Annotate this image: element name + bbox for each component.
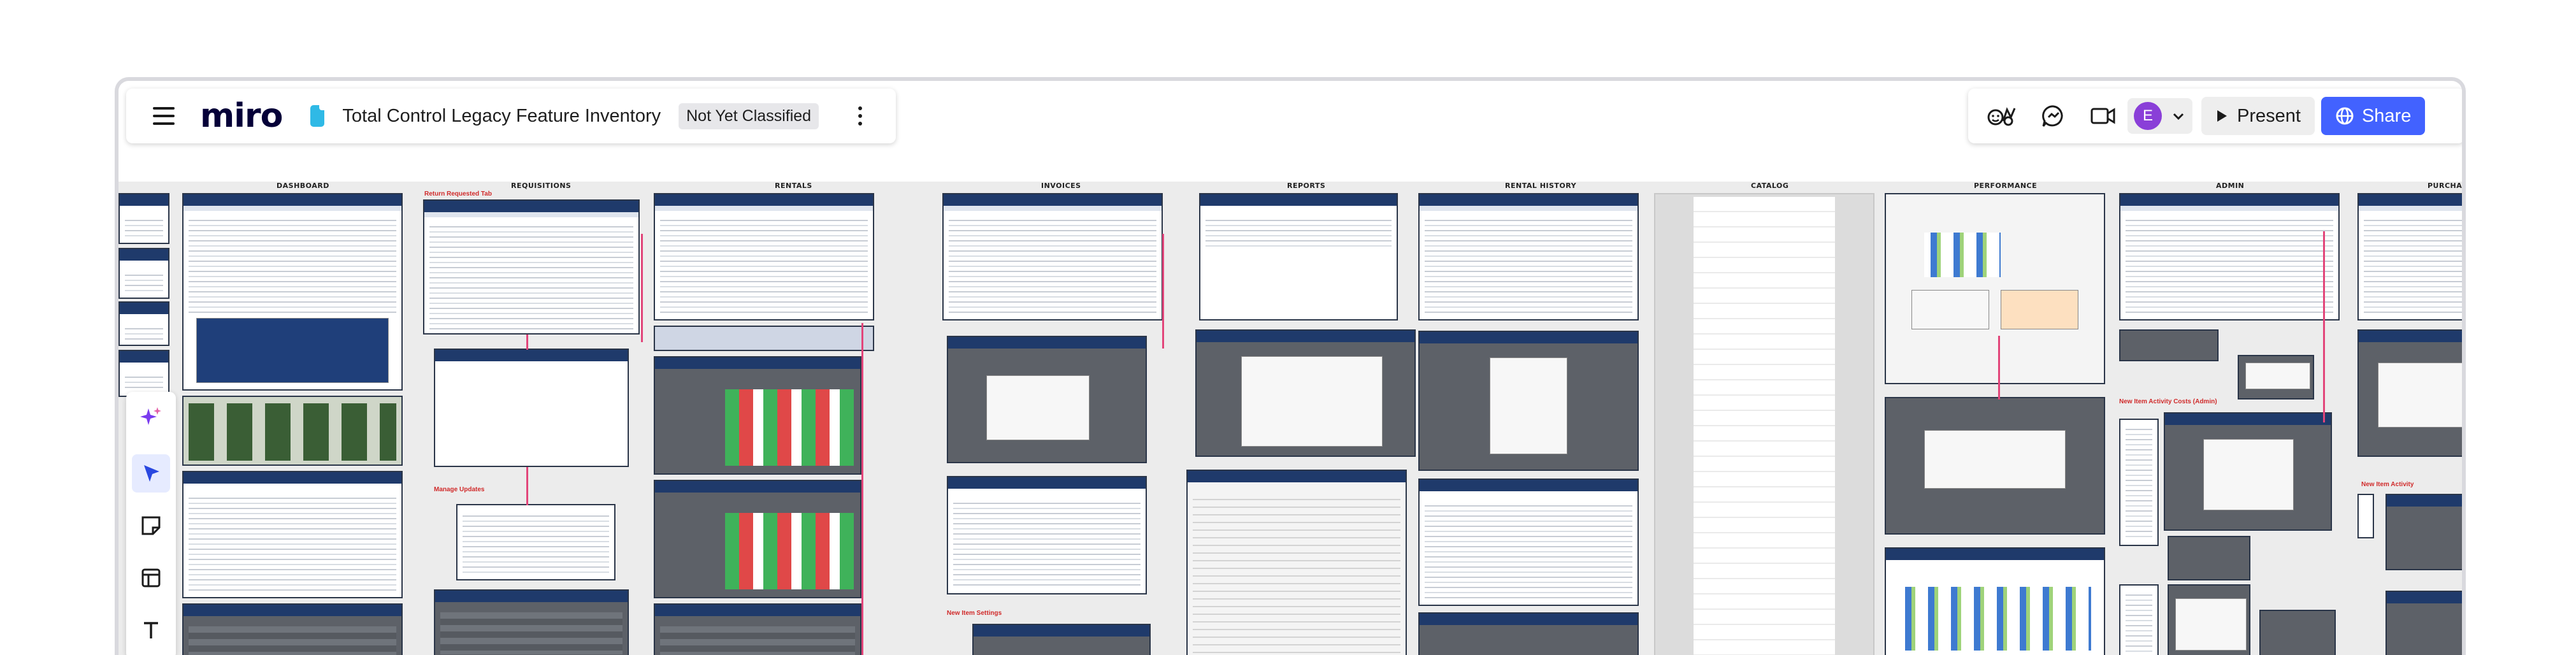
- screenshot-rental-history-4[interactable]: [1418, 612, 1639, 655]
- select-cursor-icon[interactable]: [132, 454, 170, 493]
- screenshot-performance-2[interactable]: [1885, 397, 2105, 535]
- screenshot-reports-3[interactable]: [1186, 470, 1407, 655]
- screenshot-requisitions[interactable]: [423, 199, 640, 335]
- connector-line: [861, 323, 863, 655]
- board-toolbar: miro Total Control Legacy Feature Invent…: [126, 89, 896, 143]
- column-label-admin: ADMIN: [2216, 182, 2245, 190]
- screenshot-rentals-filter[interactable]: [654, 326, 874, 351]
- screenshot-admin-7[interactable]: [2119, 584, 2159, 655]
- screenshot-purchase-5[interactable]: [2385, 591, 2462, 655]
- connector-line: [526, 335, 528, 350]
- avatar[interactable]: E: [2134, 102, 2162, 130]
- screenshot-dashboard-map[interactable]: [182, 396, 403, 466]
- annotation-label: Return Requested Tab: [424, 191, 492, 198]
- column-label-catalog: CATALOG: [1751, 182, 1789, 190]
- video-icon[interactable]: [2084, 97, 2122, 135]
- column-label-rental-history: RENTAL HISTORY: [1505, 182, 1577, 190]
- screenshot-admin-4[interactable]: [2164, 412, 2332, 531]
- screenshot-requisitions-3[interactable]: [456, 504, 615, 580]
- screenshot-rentals-4[interactable]: [654, 603, 861, 655]
- screenshot-catalog[interactable]: [1654, 193, 1874, 655]
- chevron-down-icon[interactable]: [2171, 108, 2186, 124]
- column-label-rentals: RENTALS: [775, 182, 812, 190]
- column-label-purchase: PURCHAS: [2428, 182, 2466, 190]
- present-label: Present: [2237, 105, 2301, 126]
- screenshot-dashboard[interactable]: [182, 193, 403, 391]
- reactions-icon[interactable]: [1983, 97, 2022, 135]
- screenshot-admin[interactable]: [2119, 193, 2340, 320]
- screenshot-performance-3[interactable]: [1885, 547, 2105, 655]
- screenshot-invoices-3[interactable]: [947, 476, 1147, 594]
- globe-icon: [2336, 107, 2354, 125]
- screenshot-invoices-4[interactable]: [972, 624, 1151, 655]
- screenshot-rentals[interactable]: [654, 193, 874, 320]
- screenshot-reports-2[interactable]: [1195, 329, 1416, 457]
- screenshot-admin-3[interactable]: [2238, 355, 2314, 399]
- connector-line: [1162, 234, 1164, 349]
- screenshot-rentals-2[interactable]: [654, 356, 861, 475]
- connector-line: [2323, 231, 2325, 422]
- screenshot-requisitions-2[interactable]: [434, 349, 629, 467]
- screenshot-admin-2[interactable]: [2119, 329, 2219, 361]
- screenshot-admin-9[interactable]: [2259, 610, 2336, 655]
- annotation-label: New Item Activity Costs (Admin): [2119, 398, 2217, 405]
- screenshot-thumbnail[interactable]: [119, 193, 169, 244]
- template-icon[interactable]: [132, 559, 170, 597]
- column-label-performance: PERFORMANCE: [1974, 182, 2038, 190]
- screenshot-admin-5[interactable]: [2119, 419, 2159, 546]
- collaboration-toolbar: E Present Share: [1968, 89, 2462, 143]
- screenshot-thumbnail[interactable]: [119, 248, 169, 299]
- column-label-reports: REPORTS: [1287, 182, 1326, 190]
- screenshot-dashboard-2[interactable]: [182, 471, 403, 598]
- screenshot-dashboard-3[interactable]: [182, 603, 403, 655]
- comment-icon[interactable]: [2034, 97, 2073, 135]
- screenshot-reports[interactable]: [1199, 193, 1398, 320]
- screenshot-purchase[interactable]: [2357, 193, 2462, 320]
- board-more-options-icon[interactable]: [854, 106, 866, 126]
- board-title[interactable]: Total Control Legacy Feature Inventory: [342, 106, 661, 127]
- screenshot-thumbnail[interactable]: [119, 301, 169, 346]
- column-label-invoices: INVOICES: [1041, 182, 1081, 190]
- board-window: DASHBOARD REQUISITIONS RENTALS INVOICES …: [115, 77, 2466, 655]
- screenshot-rental-history[interactable]: [1418, 193, 1639, 320]
- screenshot-admin-8[interactable]: [2168, 584, 2250, 655]
- screenshot-purchase-2[interactable]: [2357, 329, 2462, 457]
- board-canvas[interactable]: DASHBOARD REQUISITIONS RENTALS INVOICES …: [119, 81, 2462, 655]
- screenshot-rental-history-3[interactable]: [1418, 479, 1639, 606]
- present-button[interactable]: Present: [2201, 97, 2315, 135]
- annotation-label: New Item Settings: [947, 610, 1002, 617]
- sticky-note-icon[interactable]: [132, 507, 170, 545]
- play-icon: [2217, 110, 2227, 122]
- text-icon[interactable]: [132, 611, 170, 649]
- screenshot-purchase-4[interactable]: [2385, 494, 2462, 570]
- classification-badge[interactable]: Not Yet Classified: [679, 103, 819, 129]
- share-label: Share: [2361, 105, 2412, 126]
- screenshot-thumbnail[interactable]: [119, 350, 169, 397]
- column-label-requisitions: REQUISITIONS: [511, 182, 572, 190]
- main-menu-icon[interactable]: [153, 107, 175, 125]
- screenshot-rental-history-2[interactable]: [1418, 331, 1639, 471]
- screenshot-invoices-2[interactable]: [947, 336, 1147, 463]
- column-label-dashboard: DASHBOARD: [277, 182, 329, 190]
- connector-line: [1998, 336, 2000, 399]
- screenshot-purchase-3[interactable]: [2357, 494, 2374, 538]
- connector-line: [641, 234, 643, 342]
- annotation-label: New Item Activity: [2361, 481, 2414, 488]
- miro-logo[interactable]: miro: [200, 99, 283, 133]
- screenshot-requisitions-4[interactable]: [434, 589, 629, 655]
- screenshot-invoices[interactable]: [942, 193, 1163, 320]
- screenshot-performance[interactable]: [1885, 193, 2105, 384]
- annotation-label: Manage Updates: [434, 486, 485, 493]
- screenshot-rentals-3[interactable]: [654, 480, 861, 598]
- user-menu[interactable]: E: [2127, 98, 2192, 134]
- share-button[interactable]: Share: [2321, 97, 2426, 135]
- creation-toolbar: [126, 392, 176, 655]
- connector-line: [526, 467, 528, 505]
- board-icon: [310, 105, 325, 127]
- ai-sparkle-icon[interactable]: [132, 398, 170, 436]
- screenshot-admin-6[interactable]: [2168, 536, 2250, 580]
